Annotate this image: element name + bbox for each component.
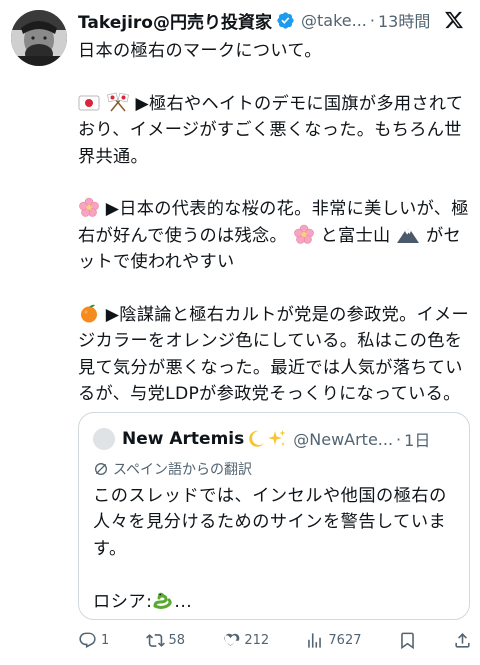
tweet-intro: 日本の極右のマークについて。 bbox=[78, 41, 322, 61]
quoted-tweet-timestamp[interactable]: 1日 bbox=[404, 427, 430, 451]
cherry-blossom-emoji-icon bbox=[79, 198, 99, 218]
heart-icon bbox=[224, 633, 240, 646]
cherry-blossom-emoji-icon bbox=[293, 224, 314, 244]
share-button[interactable] bbox=[453, 631, 472, 650]
japan-flag-emoji-icon bbox=[78, 95, 100, 111]
author-avatar[interactable] bbox=[11, 10, 67, 66]
quoted-tweet-russia-prefix: ロシア: bbox=[93, 591, 153, 612]
crossed-flags-emoji-icon bbox=[106, 92, 129, 112]
author-display-name[interactable]: Takejiro@円売り投資家 bbox=[78, 8, 272, 33]
repost-count: 58 bbox=[168, 632, 186, 648]
quoted-tweet-paragraph: このスレッドでは、インセルや他国の極右の人々を見分けるためのサインを警告していま… bbox=[93, 486, 447, 559]
tweet-timestamp[interactable]: 13時間 bbox=[378, 8, 430, 32]
quoted-author-avatar[interactable] bbox=[93, 428, 115, 450]
reply-icon bbox=[79, 632, 96, 648]
share-icon bbox=[455, 632, 470, 648]
tweet-text: 日本の極右のマークについて。 ▶極右やヘイトのデモに国旗が多用されており、イメー… bbox=[78, 38, 472, 408]
quoted-header-separator: · bbox=[396, 429, 402, 449]
quoted-tweet-header: New Artemis @NewArte... · 1日 bbox=[93, 427, 459, 451]
author-handle[interactable]: @take... bbox=[301, 11, 367, 30]
mount-fuji-emoji-icon bbox=[397, 229, 420, 243]
verified-badge-icon[interactable] bbox=[276, 11, 295, 30]
tweet-paragraph-orange: ▶陰謀論と極右カルトが党是の参政党。イメージカラーをオレンジ色にしている。私はこ… bbox=[78, 302, 472, 408]
quoted-author-handle[interactable]: @NewArte... bbox=[293, 430, 393, 449]
tweet-paragraph-sakura: ▶日本の代表的な桜の花。非常に美しいが、極右が好んで使うのは残念。 と富士山 が… bbox=[78, 196, 472, 275]
views-button[interactable]: 7627 bbox=[305, 631, 362, 650]
orange-emoji-icon bbox=[81, 304, 97, 323]
quoted-author-display-name[interactable]: New Artemis bbox=[122, 429, 244, 449]
quoted-tweet-text: このスレッドでは、インセルや他国の極右の人々を見分けるためのサインを警告していま… bbox=[93, 483, 459, 615]
repost-icon bbox=[145, 633, 165, 647]
tweet-action-bar: 1 58 212 7627 bbox=[78, 628, 472, 652]
bookmark-icon bbox=[400, 632, 414, 649]
views-count: 7627 bbox=[328, 632, 362, 648]
quoted-tweet-russia-suffix: ... bbox=[174, 591, 193, 612]
translate-icon bbox=[95, 463, 107, 475]
x-logo-icon[interactable] bbox=[444, 10, 464, 30]
crescent-moon-emoji-icon bbox=[249, 430, 265, 447]
quoted-tweet-card[interactable]: New Artemis @NewArte... · 1日 スペイン語からの翻訳 … bbox=[78, 412, 470, 620]
sparkles-emoji-icon bbox=[268, 430, 286, 446]
snake-emoji-icon bbox=[153, 592, 172, 609]
like-count: 212 bbox=[244, 632, 270, 648]
tweet-paragraph-sakura-text-b: と富士山 bbox=[320, 225, 391, 246]
translation-label: スペイン語からの翻訳 bbox=[113, 462, 253, 478]
header-separator: · bbox=[369, 10, 375, 30]
views-chart-icon bbox=[308, 632, 322, 648]
tweet-paragraph-flags: ▶極右やヘイトのデモに国旗が多用されており、イメージがすごく悪くなった。もちろん… bbox=[78, 91, 472, 170]
tweet-paragraph-orange-text: ▶陰謀論と極右カルトが党是の参政党。イメージカラーをオレンジ色にしている。私はこ… bbox=[78, 305, 470, 405]
like-button[interactable]: 212 bbox=[221, 631, 269, 650]
translation-notice[interactable]: スペイン語からの翻訳 bbox=[93, 459, 252, 479]
reply-count: 1 bbox=[101, 632, 110, 648]
tweet-paragraph-flags-text: ▶極右やヘイトのデモに国旗が多用されており、イメージがすごく悪くなった。もちろん… bbox=[78, 93, 464, 167]
reply-button[interactable]: 1 bbox=[78, 631, 109, 650]
tweet-header: Takejiro@円売り投資家 @take... · 13時間 bbox=[78, 8, 472, 33]
repost-button[interactable]: 58 bbox=[145, 631, 186, 650]
quoted-tweet-paragraph-russia: ロシア: ... bbox=[93, 589, 459, 615]
author-avatar-image bbox=[11, 10, 67, 66]
bookmark-button[interactable] bbox=[398, 631, 417, 650]
